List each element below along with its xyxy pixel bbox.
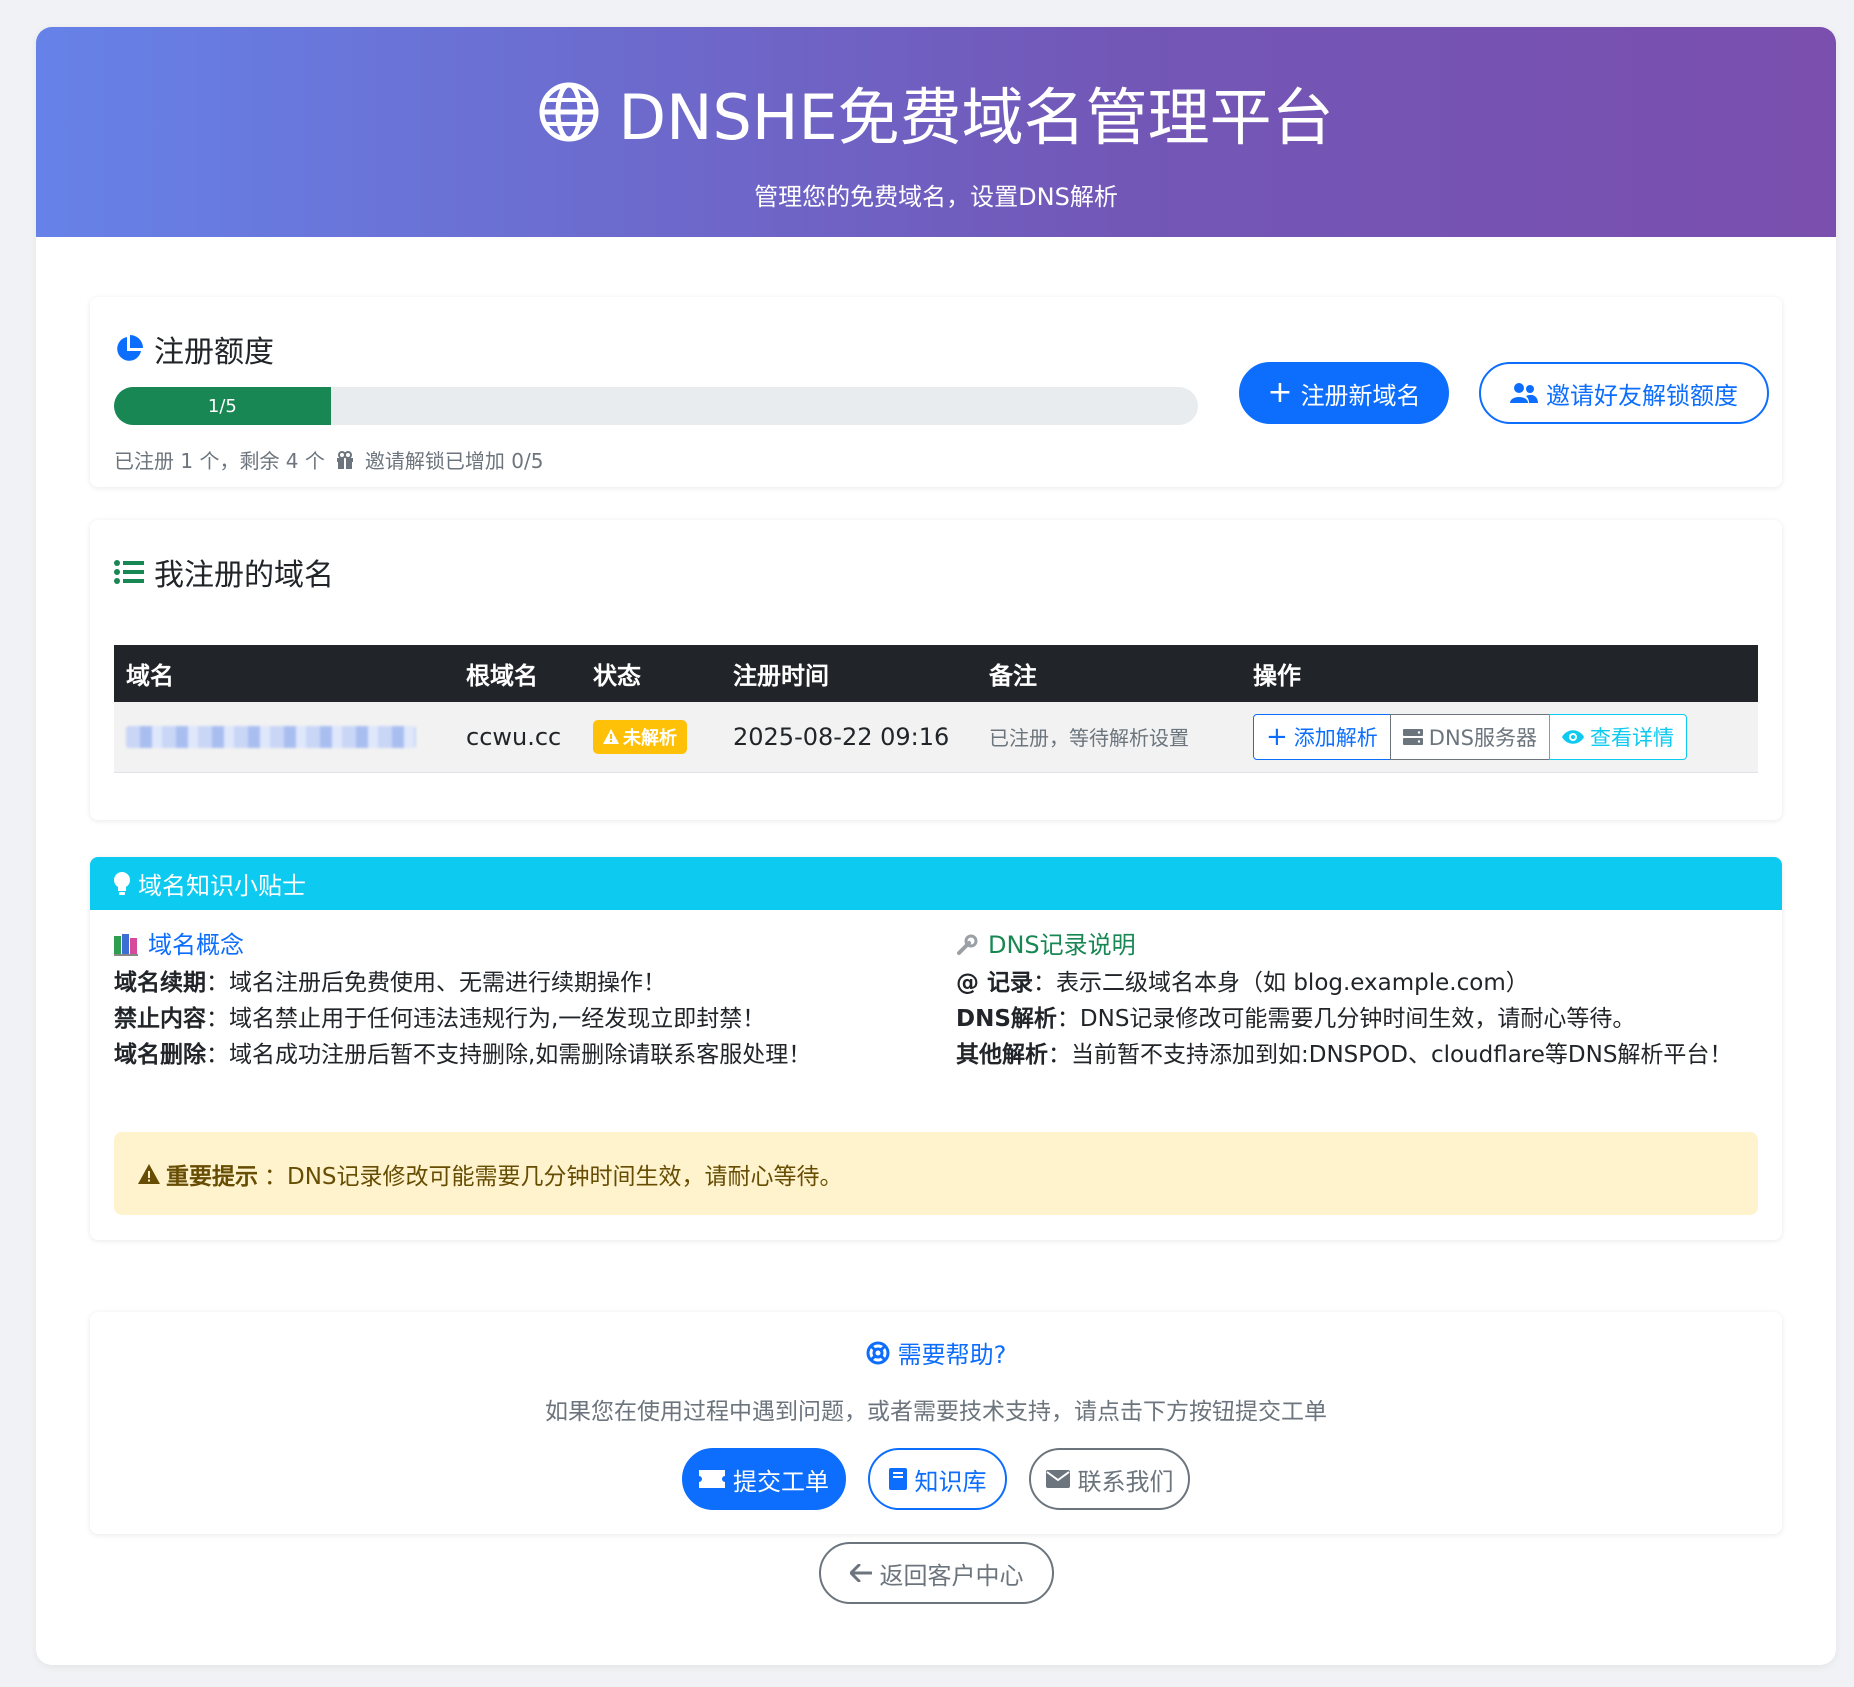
quota-meta: 已注册 1 个，剩余 4 个 邀请解锁已增加 0/5 <box>114 445 543 474</box>
globe-icon <box>538 81 600 143</box>
plus-icon: + <box>1266 721 1288 752</box>
dns-servers-button[interactable]: DNS服务器 <box>1389 713 1551 760</box>
help-text: 如果您在使用过程中遇到问题，或者需要技术支持，请点击下方按钮提交工单 <box>545 1399 1327 1425</box>
quota-used-text: 已注册 1 个，剩余 4 个 <box>114 449 325 473</box>
my-domains-card: 我注册的域名 域名 根域名 状态 注册时间 备注 操作 ccwu.cc 未解析 … <box>90 520 1782 820</box>
col-registered-at: 注册时间 <box>721 645 977 702</box>
dns-record-column: DNS记录说明 @ 记录：表示二级域名本身（如 blog.example.com… <box>956 927 1732 1073</box>
col-domain: 域名 <box>114 645 454 702</box>
row-actions: + 添加解析 DNS服务器 查看详情 <box>1253 713 1688 760</box>
note-cell: 已注册，等待解析设置 <box>977 702 1241 773</box>
col-actions: 操作 <box>1241 645 1758 702</box>
wrench-icon <box>956 934 978 956</box>
quota-card: 注册额度 1/5 已注册 1 个，剩余 4 个 邀请解锁已增加 0/5 + 注册… <box>90 297 1782 487</box>
domains-table: 域名 根域名 状态 注册时间 备注 操作 ccwu.cc 未解析 2025-08… <box>114 645 1758 773</box>
help-card: 需要帮助? 如果您在使用过程中遇到问题，或者需要技术支持，请点击下方按钮提交工单… <box>90 1312 1782 1534</box>
warning-icon <box>138 1163 160 1184</box>
register-domain-button[interactable]: + 注册新域名 <box>1239 362 1449 424</box>
plus-icon: + <box>1267 375 1293 410</box>
actions-cell: + 添加解析 DNS服务器 查看详情 <box>1241 702 1758 773</box>
dns-record-title: DNS记录说明 <box>956 927 1732 963</box>
server-icon <box>1402 728 1423 746</box>
view-details-button[interactable]: 查看详情 <box>1549 713 1688 760</box>
quota-title: 注册额度 <box>114 327 274 371</box>
status-badge: 未解析 <box>593 719 687 754</box>
tip-item: 域名续期：域名注册后免费使用、无需进行续期操作！ <box>114 970 666 996</box>
warning-icon <box>603 729 619 745</box>
list-icon <box>114 559 144 585</box>
lightbulb-icon <box>114 871 130 896</box>
users-icon <box>1510 382 1538 404</box>
root-domain-cell: ccwu.cc <box>454 702 581 773</box>
eye-icon <box>1562 729 1585 745</box>
help-buttons: 提交工单 知识库 联系我们 <box>90 1448 1782 1510</box>
invite-progress-text: 邀请解锁已增加 0/5 <box>364 449 544 473</box>
registered-at-cell: 2025-08-22 09:16 <box>721 702 977 773</box>
col-status: 状态 <box>581 645 721 702</box>
domain-tips-card: 域名知识小贴士 域名概念 域名续期：域名注册后免费使用、无需进行续期操作！ 禁止… <box>90 857 1782 1240</box>
col-note: 备注 <box>977 645 1241 702</box>
knowledge-base-button[interactable]: 知识库 <box>868 1448 1007 1510</box>
domain-cell <box>114 702 454 773</box>
add-record-button[interactable]: + 添加解析 <box>1253 713 1391 760</box>
invite-friends-button[interactable]: 邀请好友解锁额度 <box>1479 362 1769 424</box>
tip-item: DNS解析：DNS记录修改可能需要几分钟时间生效，请耐心等待。 <box>956 1006 1636 1032</box>
quota-progress-bar: 1/5 <box>114 387 1198 425</box>
pie-chart-icon <box>114 334 144 364</box>
my-domains-title: 我注册的域名 <box>114 550 334 594</box>
back-to-client-center-button[interactable]: 返回客户中心 <box>819 1542 1054 1604</box>
gift-icon <box>335 450 355 470</box>
help-title: 需要帮助? <box>90 1335 1782 1370</box>
arrow-left-icon <box>849 1564 872 1582</box>
page-subtitle: 管理您的免费域名，设置DNS解析 <box>754 183 1118 211</box>
header-banner: DNSHE免费域名管理平台 管理您的免费域名，设置DNS解析 <box>36 27 1836 237</box>
table-header-row: 域名 根域名 状态 注册时间 备注 操作 <box>114 645 1758 702</box>
status-cell: 未解析 <box>581 702 721 773</box>
lifebuoy-icon <box>866 1341 890 1365</box>
tip-item: 禁止内容：域名禁止用于任何违法违规行为,一经发现立即封禁！ <box>114 1006 766 1032</box>
page-title: DNSHE免费域名管理平台 <box>618 81 1334 154</box>
table-row: ccwu.cc 未解析 2025-08-22 09:16 已注册，等待解析设置 <box>114 702 1758 773</box>
contact-us-button[interactable]: 联系我们 <box>1029 1448 1190 1510</box>
important-notice-alert: 重要提示 ：DNS记录修改可能需要几分钟时间生效，请耐心等待。 <box>114 1132 1758 1215</box>
tips-header: 域名知识小贴士 <box>90 857 1782 910</box>
tip-item: 其他解析：当前暂不支持添加到如:DNSPOD、cloudflare等DNS解析平… <box>956 1042 1733 1068</box>
redacted-domain-name <box>126 725 416 748</box>
ticket-icon <box>699 1470 725 1488</box>
book-icon <box>888 1468 907 1490</box>
tip-item: @ 记录：表示二级域名本身（如 blog.example.com） <box>956 970 1529 996</box>
quota-progress-fill: 1/5 <box>114 387 331 425</box>
books-icon <box>114 934 138 956</box>
domain-concept-column: 域名概念 域名续期：域名注册后免费使用、无需进行续期操作！ 禁止内容：域名禁止用… <box>114 927 811 1073</box>
tip-item: 域名删除：域名成功注册后暂不支持删除,如需删除请联系客服处理！ <box>114 1042 812 1068</box>
page-container: DNSHE免费域名管理平台 管理您的免费域名，设置DNS解析 注册额度 1/5 … <box>36 27 1836 1665</box>
submit-ticket-button[interactable]: 提交工单 <box>682 1448 846 1510</box>
domain-concept-title: 域名概念 <box>114 927 811 963</box>
envelope-icon <box>1045 1470 1070 1488</box>
col-root-domain: 根域名 <box>454 645 581 702</box>
